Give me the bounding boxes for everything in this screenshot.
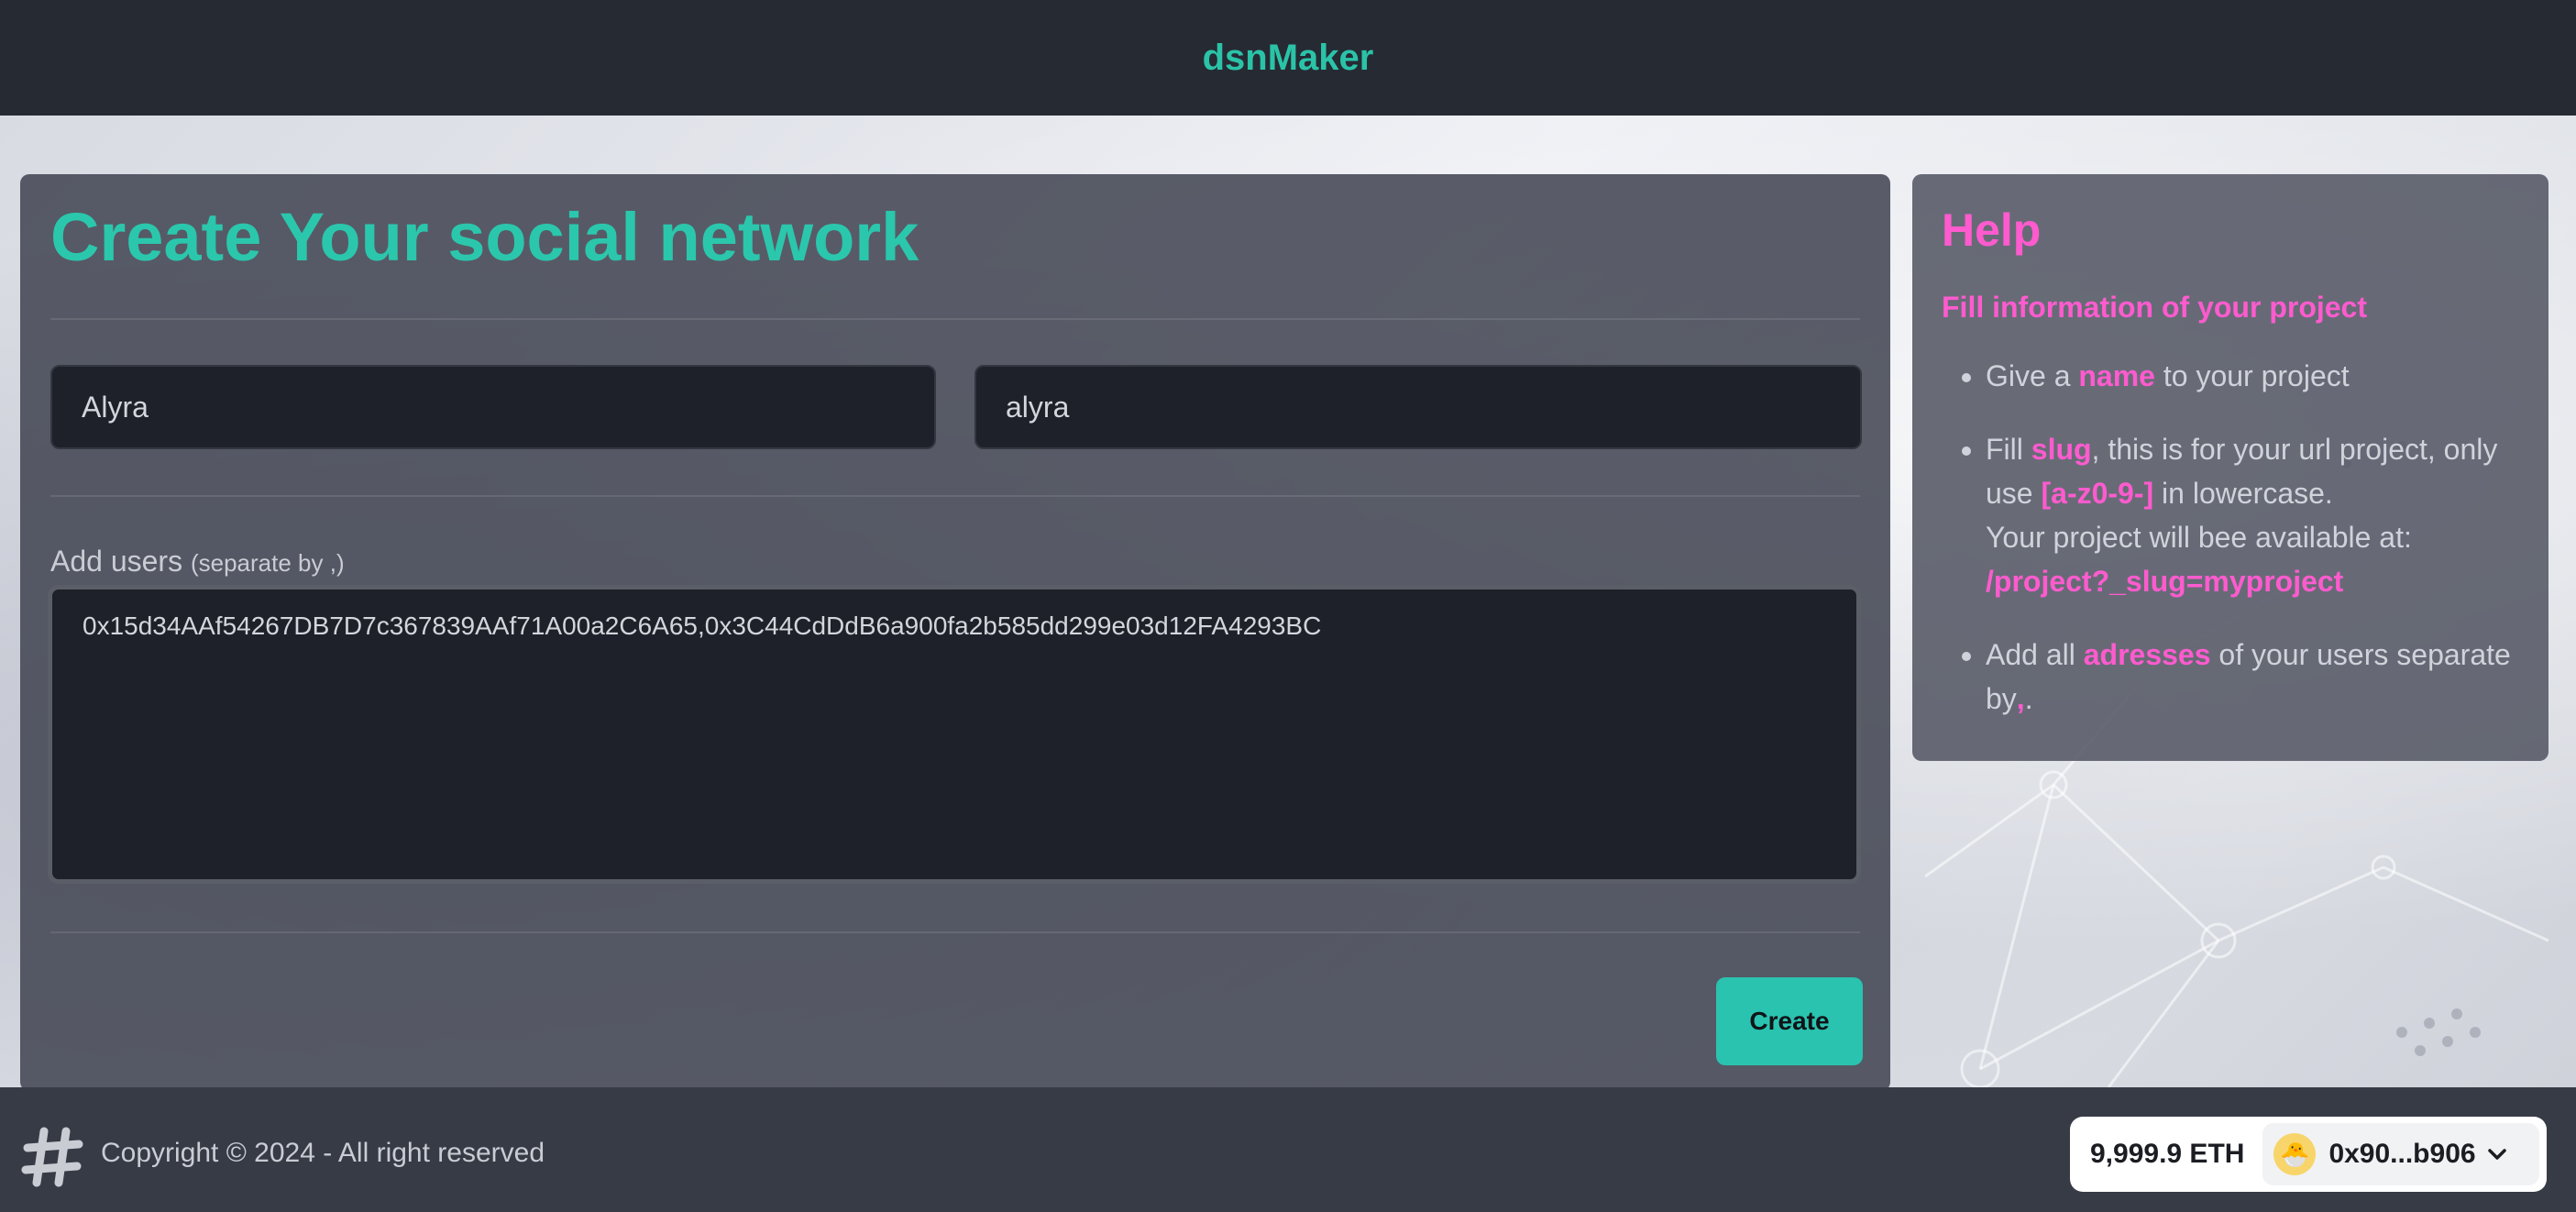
users-label: Add users (separate by ,) [50,545,345,578]
account-button[interactable]: 🐣 0x90...b906 [2262,1123,2539,1185]
account-avatar: 🐣 [2273,1133,2317,1175]
help-highlight: slug [2031,433,2092,466]
help-list: Give a name to your project Fill slug, t… [1942,354,2519,721]
help-text: . [2024,682,2033,715]
divider [50,495,1860,497]
create-button[interactable]: Create [1716,977,1863,1065]
help-item-slug: Fill slug, this is for your url project,… [1986,427,2519,603]
help-text: Add all [1986,638,2084,671]
users-label-text: Add users [50,545,183,578]
eth-balance: 9,999.9 ETH [2090,1139,2245,1169]
help-text: Give a [1986,359,2079,392]
help-highlight: , [2016,682,2025,715]
project-slug-input[interactable] [974,365,1862,449]
help-highlight: name [2078,359,2155,392]
help-text: to your project [2154,359,2350,392]
help-subtitle: Fill information of your project [1942,291,2367,324]
help-panel: Help Fill information of your project Gi… [1912,174,2548,761]
users-addresses-textarea[interactable] [48,585,1861,884]
divider [50,318,1860,320]
help-text: Fill [1986,433,2031,466]
brand-link[interactable]: dsnMaker [1203,38,1374,79]
help-item-users: Add all adresses of your users separate … [1986,633,2519,721]
help-text: in lowercase. [2153,477,2333,510]
top-navbar: dsnMaker [0,0,2576,116]
copyright-text: Copyright © 2024 - All right reserved [101,1138,545,1168]
help-item-name: Give a name to your project [1986,354,2519,398]
help-url-example: /project?_slug=myproject [1986,565,2344,598]
divider [50,931,1860,933]
help-highlight: [a-z0-9-] [2041,477,2154,510]
help-highlight: adresses [2083,638,2211,671]
project-name-input[interactable] [50,365,936,449]
help-text: Your project will bee available at: [1986,521,2412,554]
users-label-hint: (separate by ,) [190,549,345,577]
page-title: Create Your social network [50,199,919,275]
hashtag-icon [21,1127,83,1187]
help-title: Help [1942,204,2042,256]
account-address: 0x90...b906 [2328,1139,2476,1169]
create-network-card: Create Your social network Add users (se… [20,174,1890,1091]
footer: Copyright © 2024 - All right reserved 9,… [0,1087,2576,1212]
wallet-widget: 9,999.9 ETH 🐣 0x90...b906 [2070,1117,2547,1192]
chevron-down-icon [2487,1149,2506,1160]
